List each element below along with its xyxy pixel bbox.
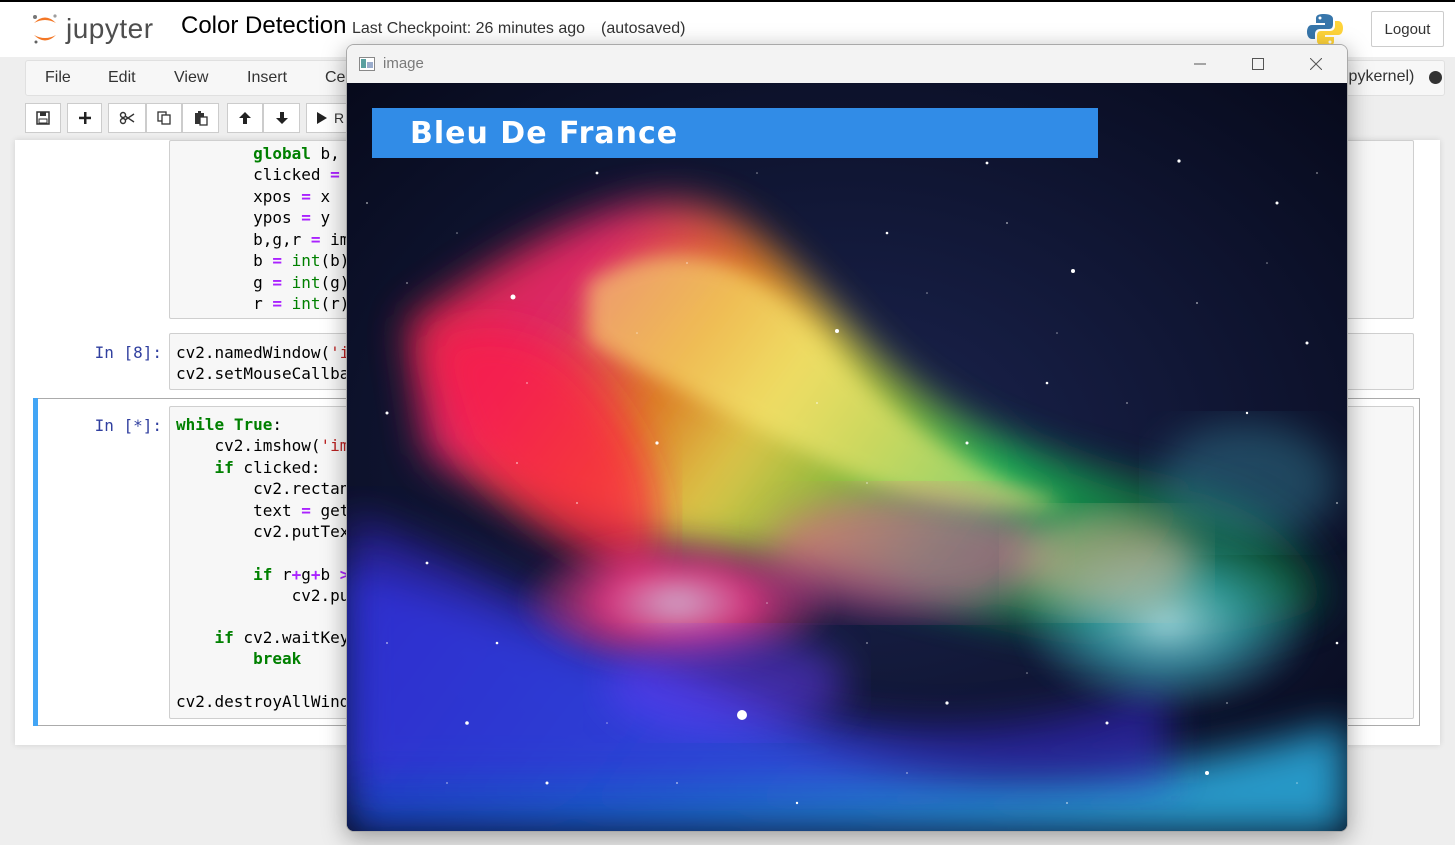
menu-insert[interactable]: Insert — [247, 69, 287, 87]
save-button[interactable] — [25, 103, 61, 133]
notebook-title[interactable]: Color Detection — [181, 12, 346, 40]
move-up-button[interactable] — [227, 103, 263, 133]
insert-cell-button[interactable] — [67, 103, 102, 133]
cell-prompt-8: In [8]: — [94, 343, 162, 362]
detected-color-banner: Bleu De France — [372, 108, 1098, 158]
jupyter-logo[interactable]: jupyter — [30, 12, 154, 46]
minimize-button[interactable] — [1177, 49, 1223, 79]
window-title: image — [383, 55, 424, 72]
run-label: R — [334, 110, 345, 126]
save-icon — [36, 111, 50, 125]
paste-icon — [194, 111, 208, 126]
galaxy-image — [347, 83, 1347, 831]
cell-prompt-running: In [*]: — [94, 416, 162, 435]
opencv-image-window[interactable]: image Bleu De France — [346, 44, 1348, 832]
autosave-status: (autosaved) — [601, 20, 686, 37]
minimize-icon — [1194, 63, 1206, 65]
maximize-button[interactable] — [1235, 49, 1281, 79]
jupyter-logo-text: jupyter — [66, 13, 154, 44]
python-logo-icon — [1307, 14, 1343, 46]
logout-button[interactable]: Logout — [1371, 11, 1444, 47]
arrow-up-icon — [239, 112, 251, 124]
play-icon — [317, 112, 327, 124]
kernel-name: ipykernel) — [1345, 68, 1415, 85]
plus-icon — [78, 112, 91, 124]
cut-button[interactable] — [108, 103, 146, 133]
maximize-icon — [1252, 58, 1264, 70]
jupyter-logo-icon — [33, 14, 57, 44]
window-app-icon — [359, 57, 375, 71]
menu-edit[interactable]: Edit — [108, 69, 136, 87]
copy-button[interactable] — [146, 103, 182, 133]
selected-cell-indicator — [33, 398, 38, 726]
checkpoint-status: Last Checkpoint: 26 minutes ago — [352, 20, 586, 37]
menu-cell[interactable]: Ce — [325, 69, 345, 87]
paste-button[interactable] — [182, 103, 219, 133]
menu-view[interactable]: View — [174, 69, 208, 87]
menu-file[interactable]: File — [45, 69, 71, 87]
copy-icon — [157, 111, 171, 125]
kernel-status-indicator — [1429, 71, 1442, 84]
window-titlebar[interactable]: image — [347, 45, 1347, 83]
close-button[interactable] — [1293, 49, 1339, 79]
detected-color-name: Bleu De France — [410, 116, 679, 151]
close-icon — [1310, 58, 1322, 70]
scissors-icon — [119, 111, 135, 125]
screen: jupyter Color Detection Last Checkpoint:… — [0, 0, 1455, 845]
move-down-button[interactable] — [263, 103, 300, 133]
galaxy-image-canvas[interactable]: Bleu De France — [347, 83, 1347, 831]
arrow-down-icon — [275, 112, 288, 124]
